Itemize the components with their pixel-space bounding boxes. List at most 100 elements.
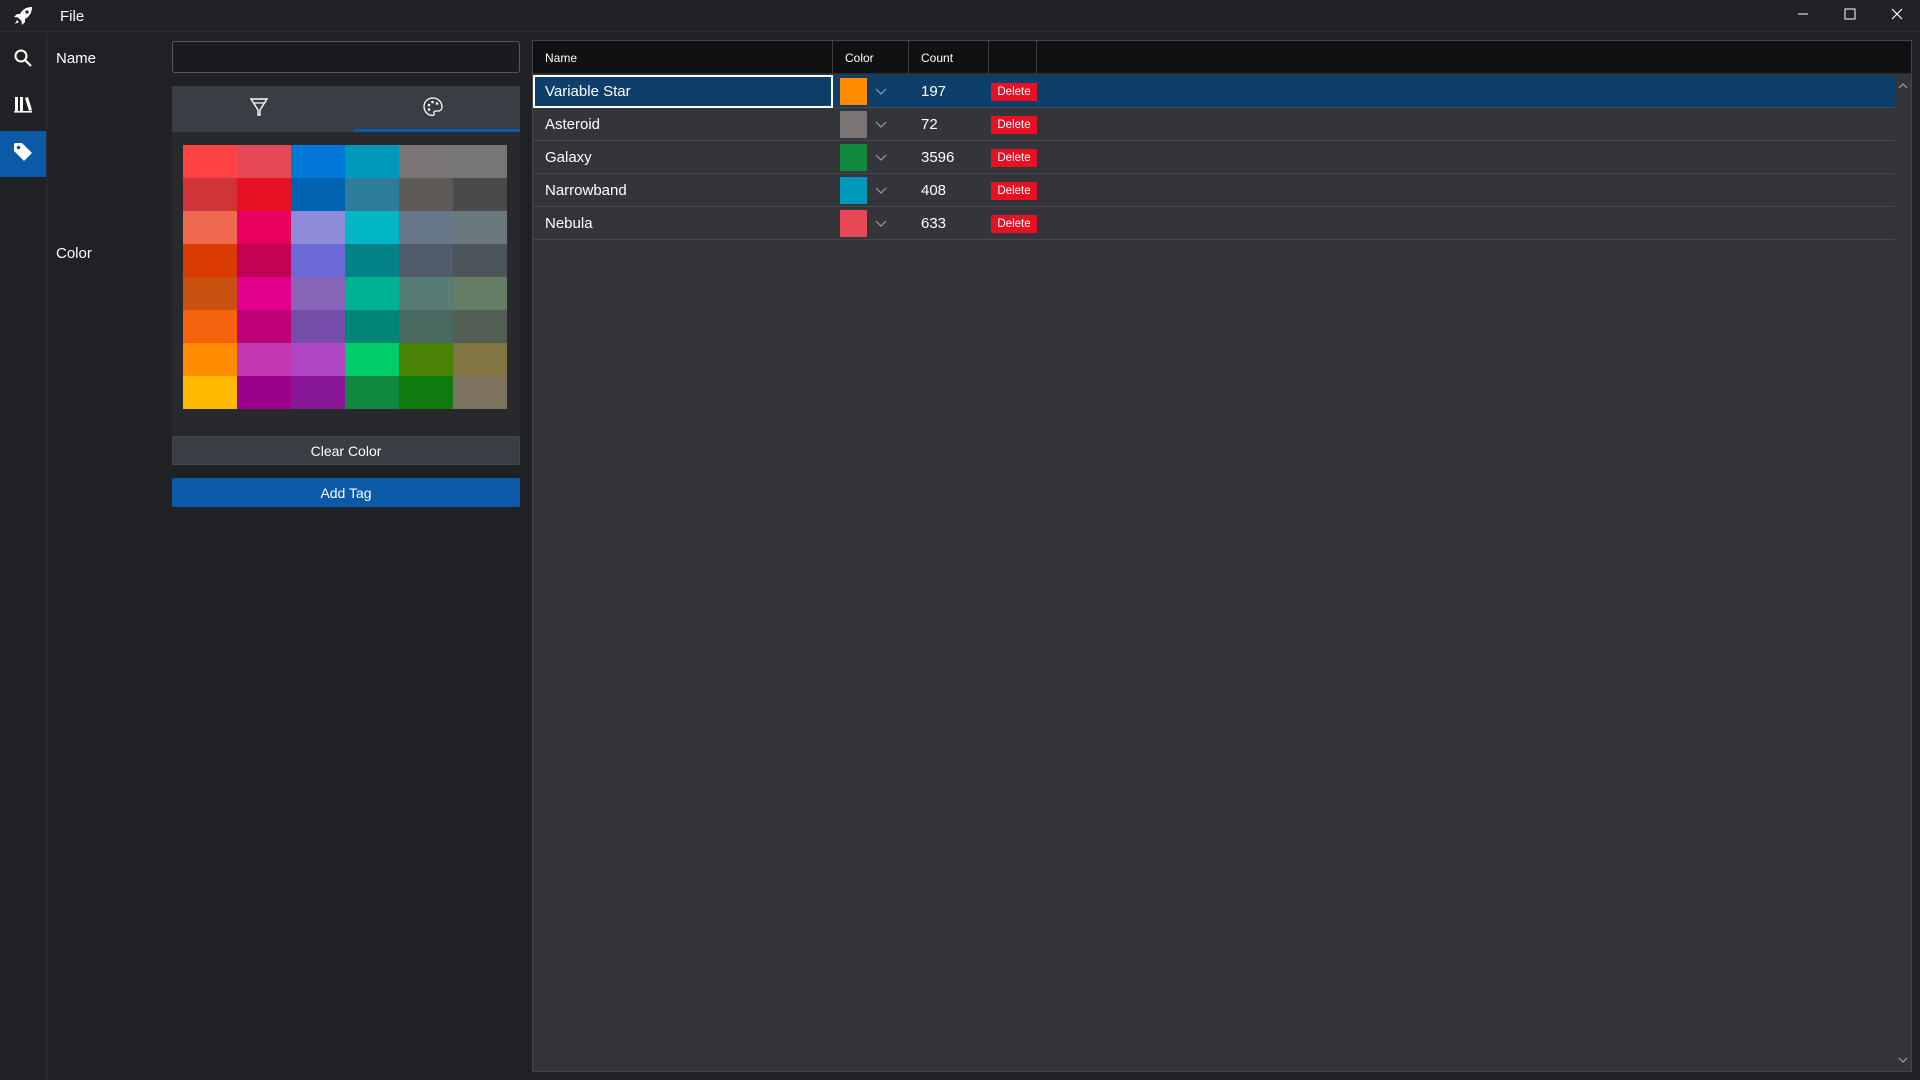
color-swatch[interactable]: [345, 211, 399, 244]
tag-name-cell[interactable]: Variable Star: [533, 75, 833, 108]
color-picker-tabs: [172, 86, 520, 132]
close-icon: [1891, 7, 1903, 25]
delete-button[interactable]: Delete: [991, 116, 1037, 134]
color-swatch[interactable]: [453, 178, 507, 211]
color-swatch[interactable]: [345, 310, 399, 343]
chevron-down-icon[interactable]: [873, 216, 889, 230]
tag-count-cell: 3596: [921, 149, 955, 166]
tab-color-fill[interactable]: [172, 86, 346, 132]
color-swatch[interactable]: [291, 310, 345, 343]
delete-button[interactable]: Delete: [991, 83, 1037, 101]
chevron-down-icon[interactable]: [873, 150, 889, 164]
close-button[interactable]: [1874, 0, 1920, 32]
color-swatch[interactable]: [399, 376, 453, 409]
tag-name-cell[interactable]: Asteroid: [533, 108, 833, 141]
nav-search[interactable]: [0, 37, 46, 83]
color-swatch[interactable]: [453, 277, 507, 310]
color-swatch[interactable]: [345, 277, 399, 310]
maximize-button[interactable]: [1827, 0, 1873, 32]
color-swatch[interactable]: [237, 178, 291, 211]
scroll-down-icon[interactable]: [1898, 1051, 1908, 1069]
color-swatch[interactable]: [453, 145, 507, 178]
app-window: File Name Clear Color Add Tag Color Name…: [0, 0, 1920, 1080]
column-header-count[interactable]: Count: [909, 41, 989, 74]
column-header-action: [989, 41, 1037, 74]
column-header-color[interactable]: Color: [833, 41, 909, 74]
color-swatch[interactable]: [291, 145, 345, 178]
table-row[interactable]: Variable Star 197 Delete: [533, 75, 1895, 108]
color-swatch[interactable]: [237, 343, 291, 376]
color-swatch[interactable]: [291, 178, 345, 211]
color-swatch[interactable]: [237, 145, 291, 178]
add-tag-button[interactable]: Add Tag: [172, 478, 520, 507]
color-swatch[interactable]: [291, 277, 345, 310]
color-swatch[interactable]: [453, 343, 507, 376]
tag-name-cell[interactable]: Galaxy: [533, 141, 833, 174]
color-swatch[interactable]: [399, 244, 453, 277]
delete-button[interactable]: Delete: [991, 149, 1037, 167]
color-swatch[interactable]: [291, 376, 345, 409]
minimize-button[interactable]: [1780, 0, 1826, 32]
clear-color-button[interactable]: Clear Color: [172, 436, 520, 465]
column-header-name[interactable]: Name: [533, 41, 833, 74]
color-swatch[interactable]: [399, 145, 453, 178]
color-swatch[interactable]: [399, 310, 453, 343]
tag-name-cell[interactable]: Narrowband: [533, 174, 833, 207]
table-row[interactable]: Asteroid 72 Delete: [533, 108, 1895, 141]
color-swatch[interactable]: [237, 244, 291, 277]
color-swatch[interactable]: [183, 376, 237, 409]
color-swatch[interactable]: [183, 244, 237, 277]
color-swatch[interactable]: [291, 244, 345, 277]
color-swatch[interactable]: [291, 211, 345, 244]
chevron-down-icon[interactable]: [873, 117, 889, 131]
color-swatch[interactable]: [345, 178, 399, 211]
delete-button[interactable]: Delete: [991, 182, 1037, 200]
color-swatch[interactable]: [291, 343, 345, 376]
rocket-icon: [12, 5, 36, 27]
delete-button[interactable]: Delete: [991, 215, 1037, 233]
tag-color-swatch[interactable]: [840, 111, 867, 138]
table-row[interactable]: Galaxy 3596 Delete: [533, 141, 1895, 174]
tag-color-swatch[interactable]: [840, 210, 867, 237]
vertical-scrollbar[interactable]: [1895, 75, 1911, 1071]
color-swatch[interactable]: [237, 277, 291, 310]
color-swatch[interactable]: [399, 277, 453, 310]
tag-icon: [12, 141, 34, 168]
color-swatch[interactable]: [345, 145, 399, 178]
color-swatch[interactable]: [183, 178, 237, 211]
color-swatch[interactable]: [183, 211, 237, 244]
name-input[interactable]: [172, 41, 520, 73]
color-swatch[interactable]: [453, 211, 507, 244]
color-swatch[interactable]: [183, 310, 237, 343]
tab-palette[interactable]: [346, 86, 520, 132]
color-swatch[interactable]: [183, 145, 237, 178]
tag-count-cell: 197: [921, 83, 947, 100]
scroll-up-icon[interactable]: [1898, 77, 1908, 95]
color-swatch[interactable]: [345, 376, 399, 409]
chevron-down-icon[interactable]: [873, 84, 889, 98]
tag-color-swatch[interactable]: [840, 144, 867, 171]
nav-library[interactable]: [0, 83, 46, 129]
color-swatch[interactable]: [453, 244, 507, 277]
color-swatch[interactable]: [345, 343, 399, 376]
chevron-down-icon[interactable]: [873, 183, 889, 197]
color-swatch[interactable]: [237, 376, 291, 409]
color-swatch[interactable]: [183, 343, 237, 376]
color-swatch[interactable]: [453, 376, 507, 409]
color-swatch[interactable]: [237, 211, 291, 244]
color-swatch[interactable]: [399, 211, 453, 244]
color-swatch[interactable]: [453, 310, 507, 343]
nav-tags[interactable]: [0, 131, 46, 177]
color-swatch[interactable]: [399, 178, 453, 211]
table-row[interactable]: Narrowband 408 Delete: [533, 174, 1895, 207]
color-swatch[interactable]: [345, 244, 399, 277]
search-icon: [13, 48, 33, 73]
tag-name-cell[interactable]: Nebula: [533, 207, 833, 240]
tag-color-swatch[interactable]: [840, 177, 867, 204]
tag-color-swatch[interactable]: [840, 78, 867, 105]
color-swatch[interactable]: [399, 343, 453, 376]
color-swatch[interactable]: [183, 277, 237, 310]
menu-file[interactable]: File: [60, 8, 84, 25]
table-row[interactable]: Nebula 633 Delete: [533, 207, 1895, 240]
color-swatch[interactable]: [237, 310, 291, 343]
